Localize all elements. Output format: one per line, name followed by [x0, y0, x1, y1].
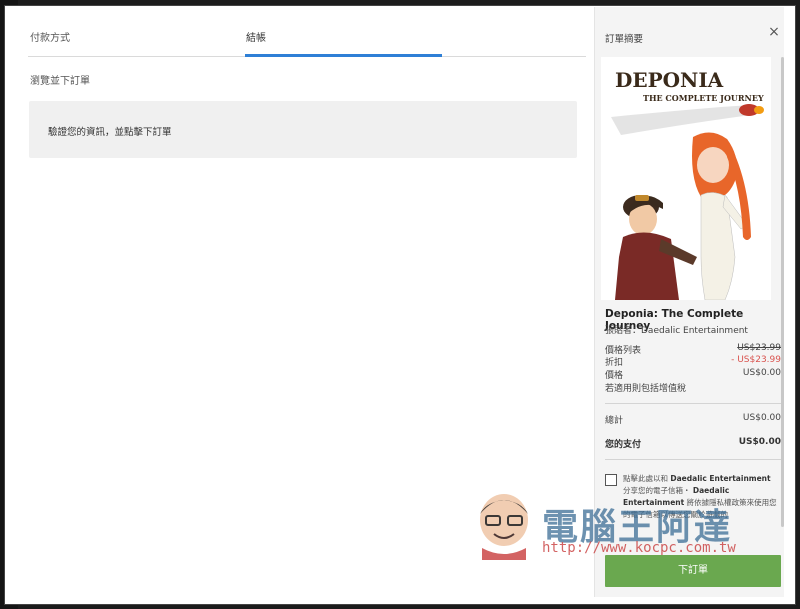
price-label: 價格: [605, 371, 624, 381]
game-cover-image: DEPONIA THE COMPLETE JOURNEY: [601, 57, 771, 300]
discount-label: 折扣: [605, 358, 624, 368]
cover-title-text: DEPONIA: [615, 68, 724, 92]
you-pay-label: 您的支付: [605, 440, 642, 450]
checkout-tabs: 付款方式 結帳: [28, 7, 586, 57]
order-summary-panel: 訂單摘要 × DEPONIA THE COMPLETE JOURNEY Depo…: [594, 7, 784, 597]
close-icon[interactable]: ×: [767, 25, 781, 39]
consent-company-name: Daedalic Entertainment: [670, 474, 771, 483]
verify-info-text: 驗證您的資訊，並點擊下訂單: [48, 127, 172, 138]
tab-checkout[interactable]: 結帳: [246, 29, 266, 44]
cover-subtitle-text: THE COMPLETE JOURNEY: [643, 93, 764, 103]
place-order-button[interactable]: 下訂單: [605, 555, 781, 587]
tab-payment-method[interactable]: 付款方式: [30, 29, 70, 44]
you-pay-value: US$0.00: [738, 437, 781, 447]
consent-text-part1: 點擊此處以和: [623, 474, 668, 483]
active-tab-indicator: [245, 54, 442, 57]
publisher: 張貼者：Daedalic Entertainment: [605, 326, 748, 336]
discount-value: - US$23.99: [731, 355, 781, 365]
checkout-main-panel: 付款方式 結帳 瀏覽並下訂單 驗證您的資訊，並點擊下訂單: [18, 7, 594, 597]
verify-info-box: 驗證您的資訊，並點擊下訂單: [29, 101, 577, 158]
subtotal-value: US$0.00: [742, 413, 781, 423]
list-price-value: US$23.99: [737, 343, 781, 353]
consent-text-part2: 分享您的電子信箱・: [623, 486, 691, 495]
tax-note: 若適用則包括增值稅: [605, 384, 687, 394]
price-value: US$0.00: [742, 368, 781, 378]
divider: [605, 459, 781, 460]
subtotal-label: 總計: [605, 416, 624, 426]
order-summary-title: 訂單摘要: [605, 34, 644, 45]
email-share-checkbox[interactable]: [605, 474, 617, 486]
divider: [605, 403, 781, 404]
section-title: 瀏覽並下訂單: [30, 76, 90, 87]
email-share-consent-text: 點擊此處以和 Daedalic Entertainment 分享您的電子信箱・ …: [623, 473, 779, 521]
sidebar-scrollbar[interactable]: [781, 57, 784, 527]
